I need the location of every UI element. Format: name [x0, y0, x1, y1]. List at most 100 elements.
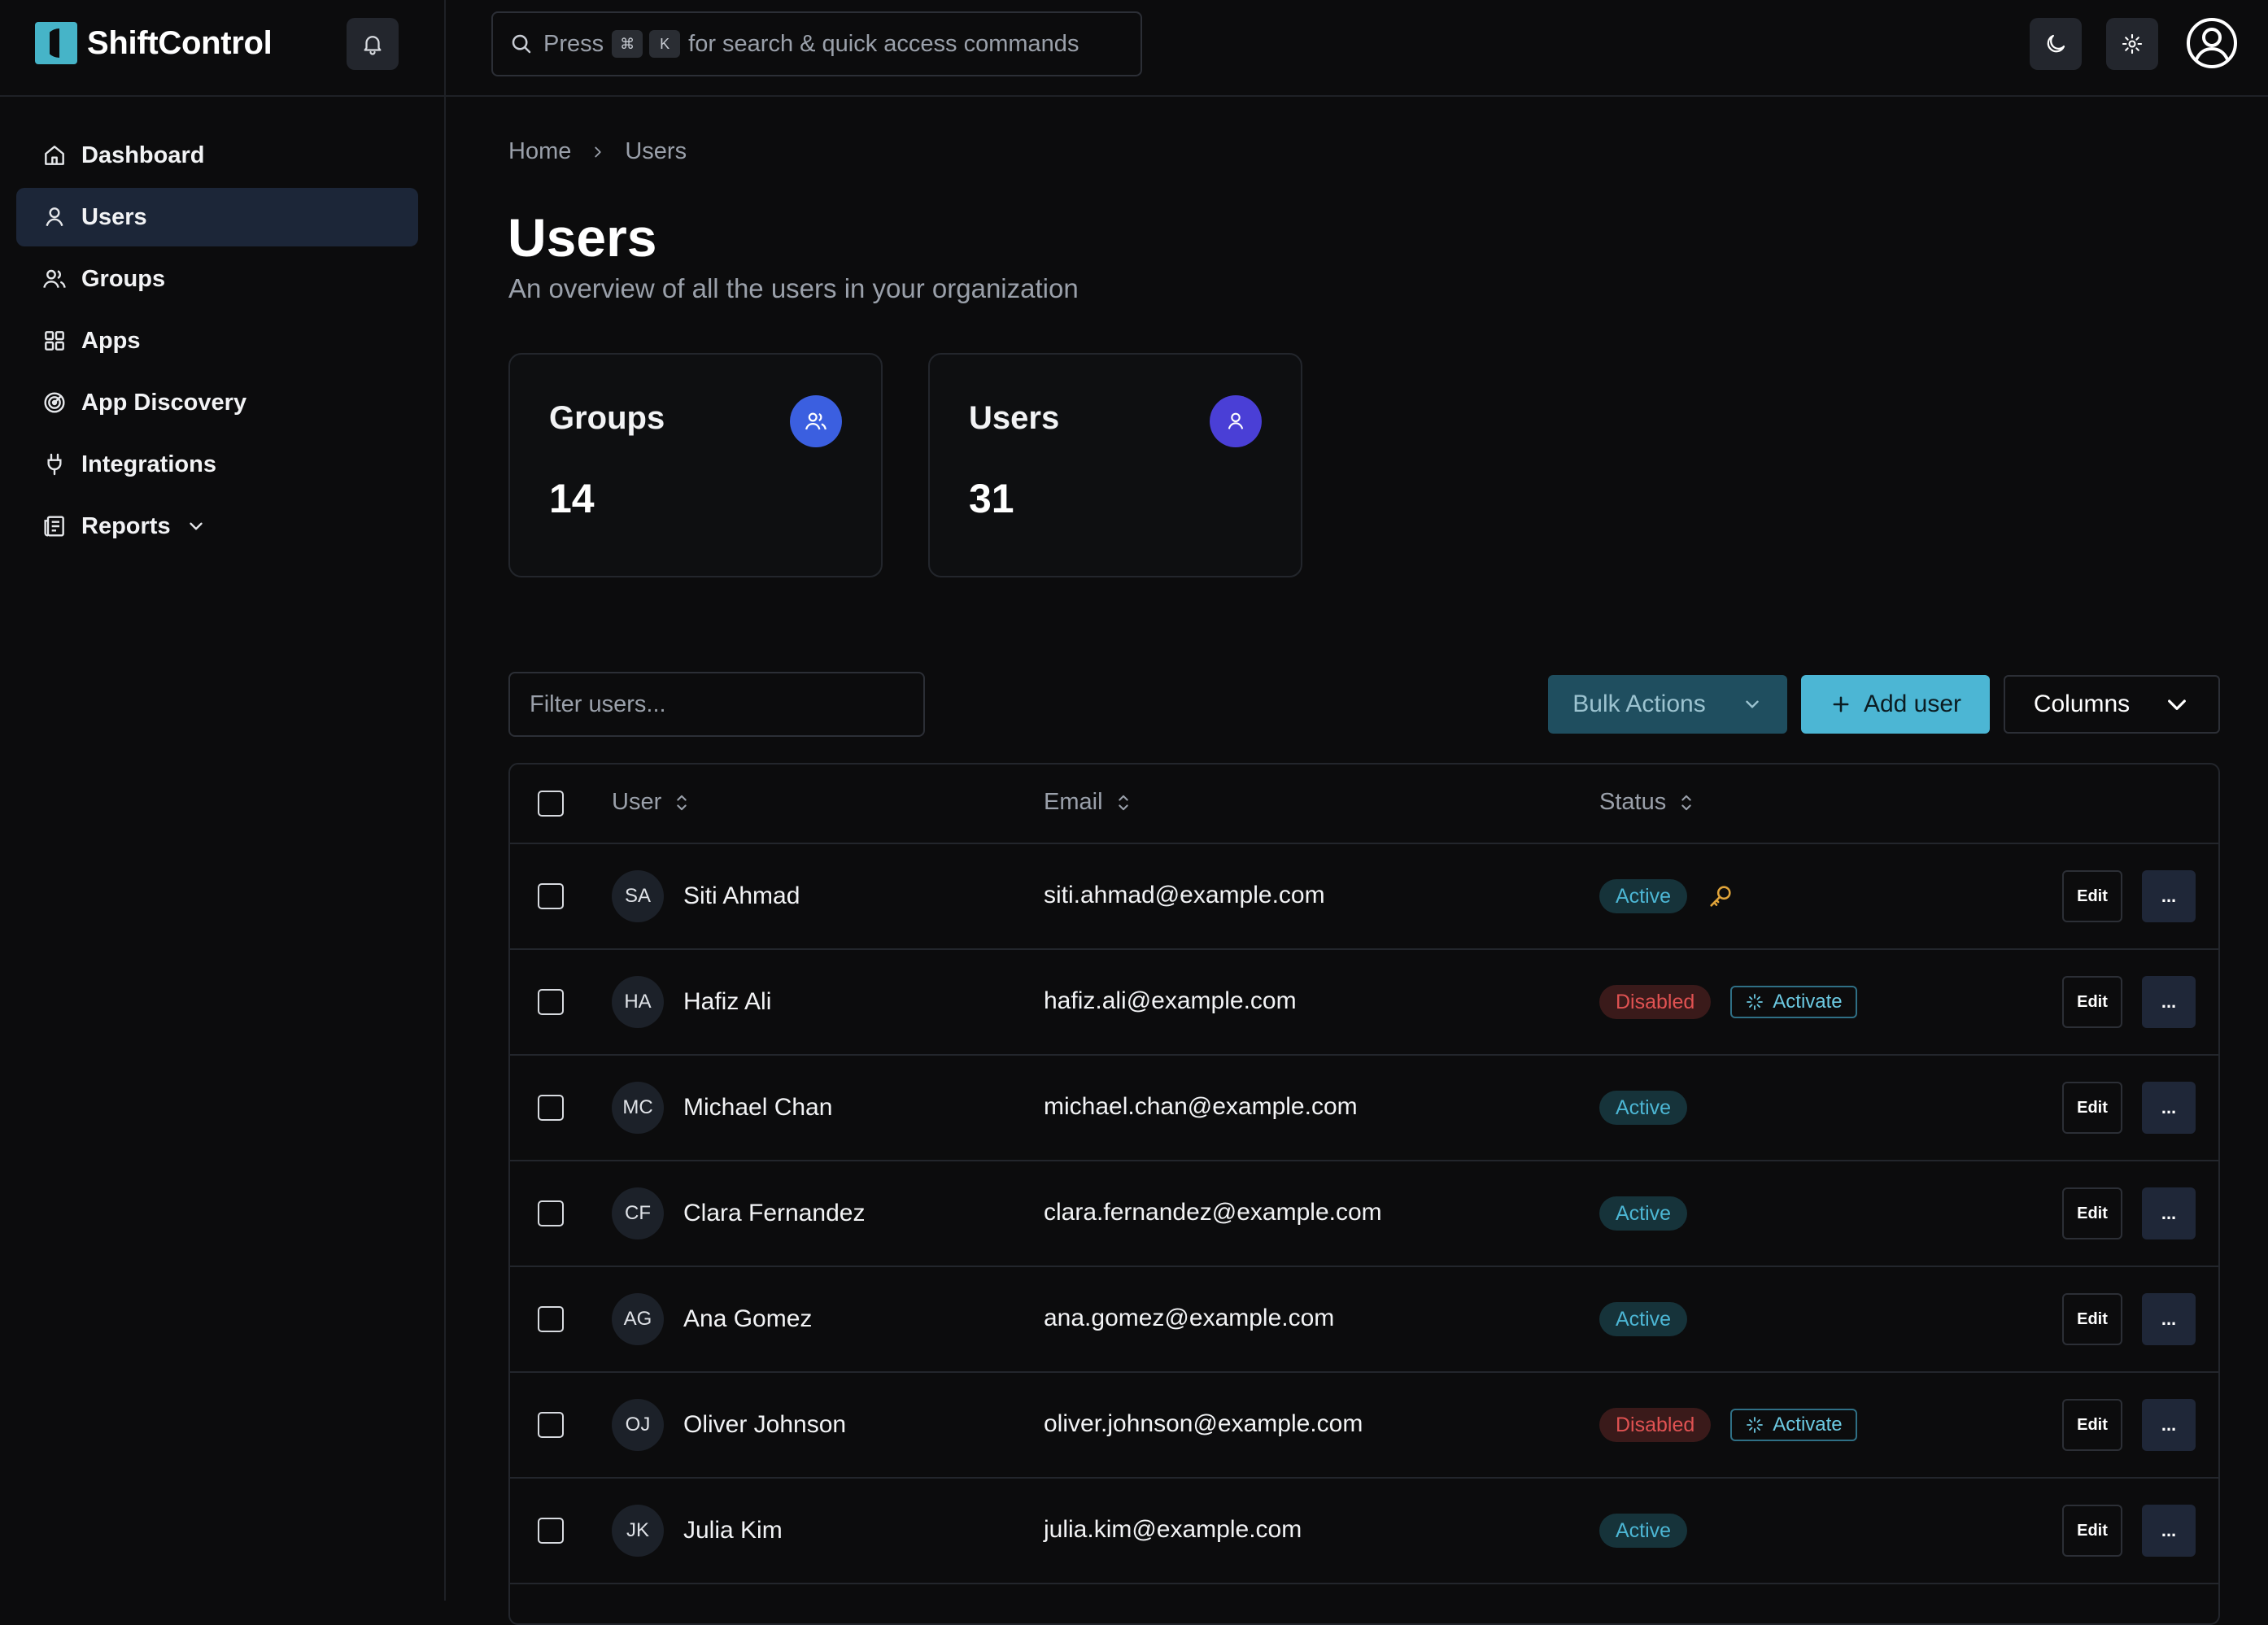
- search-icon: [509, 32, 534, 56]
- table-row: SA Siti Ahmad siti.ahmad@example.com Act…: [510, 844, 2218, 950]
- bulk-actions-button[interactable]: Bulk Actions: [1548, 675, 1787, 734]
- sidebar-item-users[interactable]: Users: [16, 188, 418, 246]
- sort-icon: [673, 791, 691, 814]
- sparkle-icon: [1745, 1415, 1764, 1435]
- table-row: MC Michael Chan michael.chan@example.com…: [510, 1056, 2218, 1161]
- sparkle-icon: [1745, 992, 1764, 1012]
- edit-button[interactable]: Edit: [2062, 870, 2122, 922]
- more-actions-button[interactable]: ...: [2142, 1399, 2196, 1451]
- breadcrumb-home-link[interactable]: Home: [508, 138, 571, 165]
- sort-icon: [1114, 791, 1132, 814]
- columns-button[interactable]: Columns: [2004, 675, 2220, 734]
- user-name: Michael Chan: [683, 1094, 833, 1121]
- table-row: AG Ana Gomez ana.gomez@example.com Activ…: [510, 1267, 2218, 1373]
- more-actions-button[interactable]: ...: [2142, 1082, 2196, 1134]
- avatar: SA: [612, 870, 664, 922]
- command-key: ⌘: [612, 30, 643, 58]
- stat-value: 14: [549, 476, 595, 521]
- user-name: Julia Kim: [683, 1517, 783, 1544]
- sidebar-item-integrations[interactable]: Integrations: [16, 435, 418, 494]
- bulk-actions-label: Bulk Actions: [1572, 691, 1706, 717]
- row-checkbox[interactable]: [538, 1095, 564, 1121]
- theme-toggle-button[interactable]: [2030, 18, 2082, 70]
- breadcrumb-current: Users: [625, 138, 687, 164]
- more-actions-button[interactable]: ...: [2142, 1505, 2196, 1557]
- user-name: Hafiz Ali: [683, 988, 772, 1015]
- row-checkbox[interactable]: [538, 1306, 564, 1332]
- avatar: CF: [612, 1187, 664, 1239]
- activate-button[interactable]: Activate: [1730, 1409, 1857, 1441]
- user-cell: JK Julia Kim: [612, 1505, 783, 1557]
- user-email: hafiz.ali@example.com: [1044, 987, 1297, 1014]
- sidebar-item-label: App Discovery: [81, 389, 247, 416]
- more-actions-button[interactable]: ...: [2142, 870, 2196, 922]
- edit-button[interactable]: Edit: [2062, 976, 2122, 1028]
- select-all-checkbox[interactable]: [538, 791, 564, 817]
- table-header: User Email Status: [510, 765, 2218, 844]
- status-badge: Active: [1599, 1091, 1688, 1125]
- row-checkbox[interactable]: [538, 1200, 564, 1226]
- page-subtitle: An overview of all the users in your org…: [508, 273, 1079, 303]
- status-badge: Active: [1599, 879, 1688, 913]
- bell-icon: [360, 32, 385, 56]
- sidebar-item-dashboard[interactable]: Dashboard: [16, 126, 418, 185]
- sidebar-item-groups[interactable]: Groups: [16, 250, 418, 308]
- chevron-down-icon: [1742, 694, 1763, 715]
- more-actions-button[interactable]: ...: [2142, 1293, 2196, 1345]
- command-search[interactable]: Press ⌘ K for search & quick access comm…: [491, 11, 1142, 76]
- shiftcontrol-logo-icon: [35, 22, 77, 64]
- activate-button[interactable]: Activate: [1730, 986, 1857, 1018]
- sidebar-item-label: Users: [81, 203, 147, 230]
- column-label: User: [612, 789, 662, 815]
- search-hint: for search & quick access commands: [688, 30, 1079, 57]
- edit-button[interactable]: Edit: [2062, 1399, 2122, 1451]
- sidebar-item-label: Apps: [81, 327, 141, 354]
- user-email: clara.fernandez@example.com: [1044, 1199, 1382, 1226]
- users-stat-card: Users 31: [928, 353, 1302, 577]
- sidebar-item-reports[interactable]: Reports: [16, 497, 418, 555]
- k-key: K: [649, 30, 681, 58]
- edit-button[interactable]: Edit: [2062, 1293, 2122, 1345]
- radar-icon: [41, 389, 68, 416]
- user-icon: [1210, 395, 1262, 447]
- status-column-header[interactable]: Status: [1599, 789, 1695, 816]
- user-cell: CF Clara Fernandez: [612, 1187, 865, 1239]
- sidebar-item-app-discovery[interactable]: App Discovery: [16, 373, 418, 432]
- app-name: ShiftControl: [87, 24, 273, 61]
- settings-button[interactable]: [2106, 18, 2158, 70]
- filter-users-input[interactable]: [508, 672, 925, 737]
- user-column-header[interactable]: User: [612, 789, 691, 816]
- activate-label: Activate: [1773, 1414, 1843, 1435]
- table-row: HA Hafiz Ali hafiz.ali@example.com Disab…: [510, 950, 2218, 1056]
- status-cell: Disabled Activate: [1599, 985, 1857, 1019]
- users-icon: [790, 395, 842, 447]
- edit-button[interactable]: Edit: [2062, 1082, 2122, 1134]
- avatar: JK: [612, 1505, 664, 1557]
- account-avatar-button[interactable]: [2185, 16, 2239, 70]
- sidebar-item-apps[interactable]: Apps: [16, 311, 418, 370]
- sidebar-item-label: Reports: [81, 512, 171, 539]
- status-cell: Active: [1599, 1302, 1688, 1336]
- more-actions-button[interactable]: ...: [2142, 1187, 2196, 1239]
- chevron-right-icon: [589, 143, 607, 161]
- app-logo[interactable]: ShiftControl: [35, 22, 273, 64]
- notifications-button[interactable]: [347, 18, 399, 70]
- sort-icon: [1677, 791, 1695, 814]
- status-cell: Active: [1599, 1514, 1688, 1548]
- edit-button[interactable]: Edit: [2062, 1187, 2122, 1239]
- row-checkbox[interactable]: [538, 1412, 564, 1438]
- user-email: oliver.johnson@example.com: [1044, 1410, 1363, 1437]
- more-actions-button[interactable]: ...: [2142, 976, 2196, 1028]
- row-checkbox[interactable]: [538, 1518, 564, 1544]
- home-icon: [41, 142, 68, 169]
- search-prefix: Press: [543, 30, 604, 57]
- avatar: AG: [612, 1293, 664, 1345]
- email-column-header[interactable]: Email: [1044, 789, 1132, 816]
- status-badge: Disabled: [1599, 985, 1712, 1019]
- row-checkbox[interactable]: [538, 989, 564, 1015]
- edit-button[interactable]: Edit: [2062, 1505, 2122, 1557]
- top-bar: ShiftControl Press ⌘ K for search & quic…: [0, 0, 2268, 97]
- row-checkbox[interactable]: [538, 883, 564, 909]
- sidebar-item-label: Integrations: [81, 451, 216, 477]
- add-user-button[interactable]: Add user: [1801, 675, 1990, 734]
